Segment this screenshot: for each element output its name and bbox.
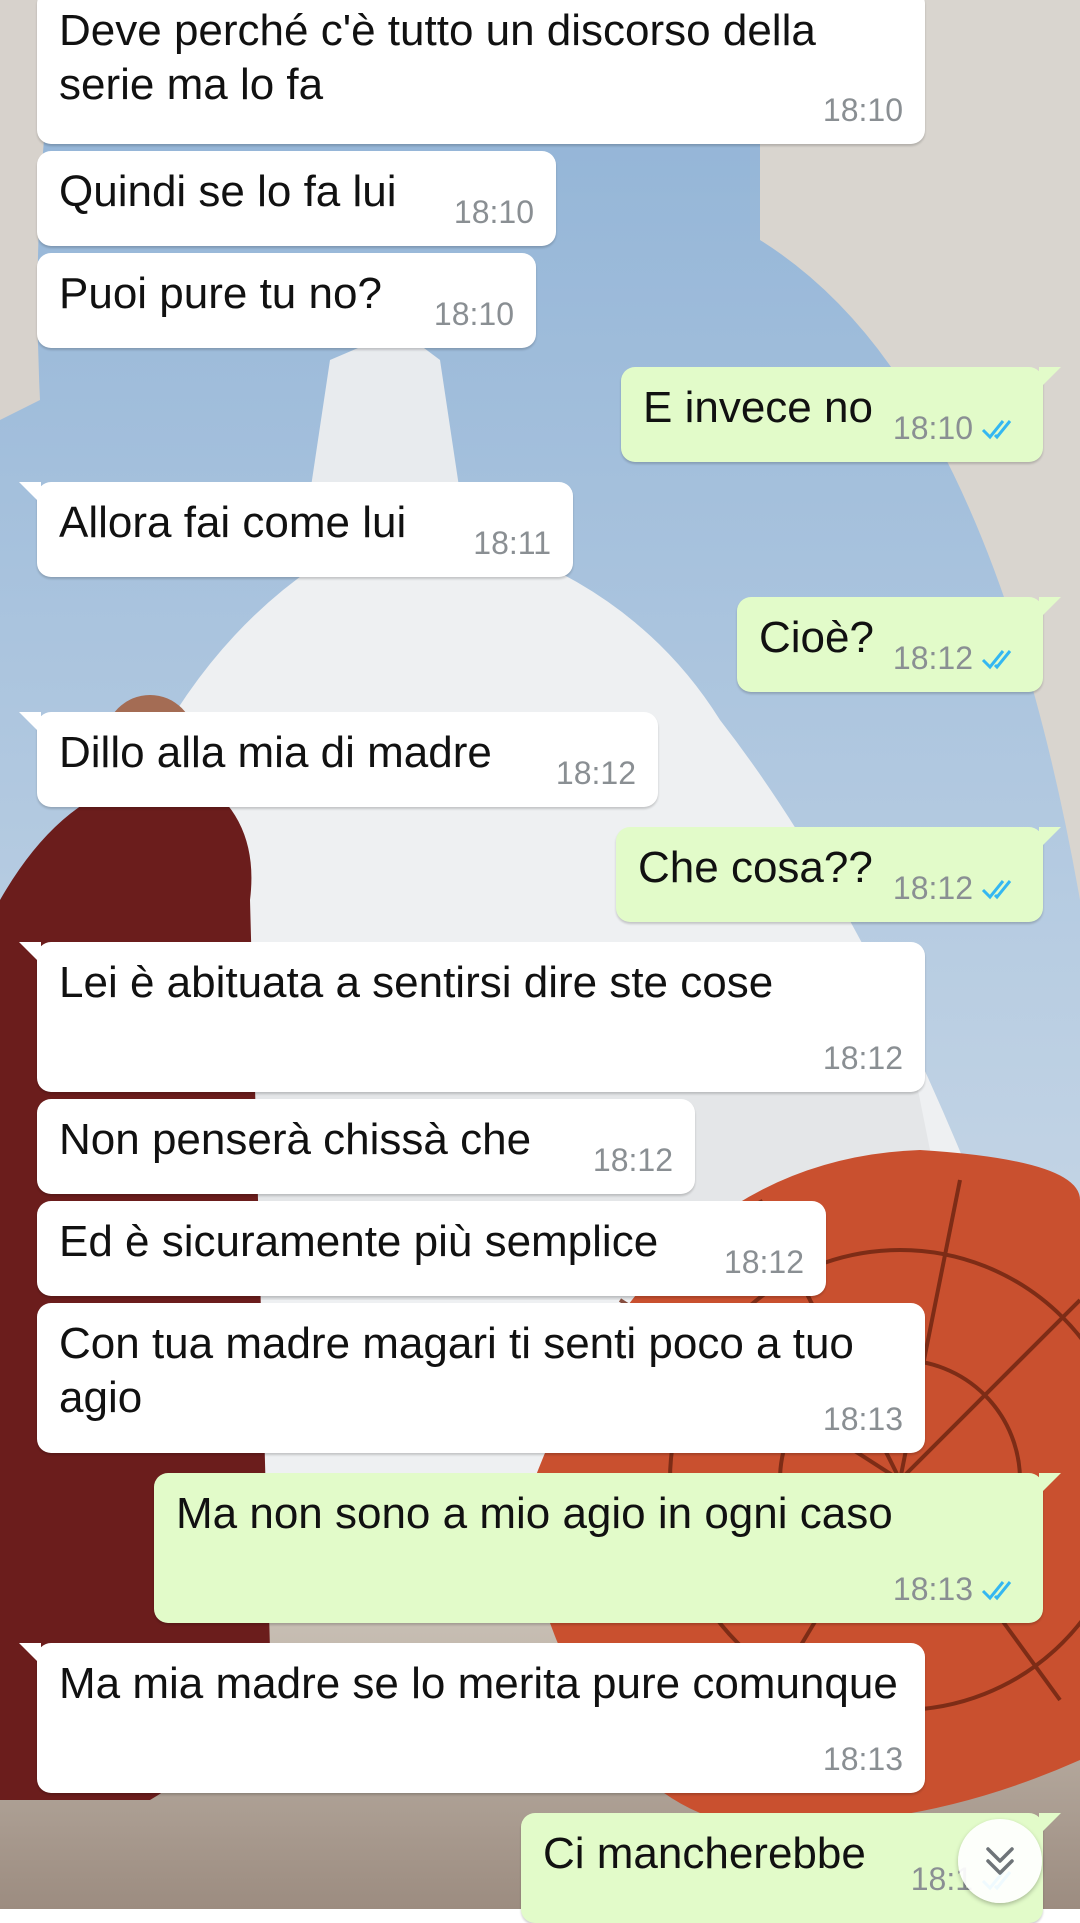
message-time: 18:13 <box>893 1571 1021 1607</box>
message-timestamp: 18:11 <box>473 525 551 561</box>
message-time: 18:12 <box>893 870 1021 906</box>
message-time: 18:12 <box>556 755 636 791</box>
double-check-icon <box>981 880 1012 900</box>
bubble-tail <box>1039 827 1061 849</box>
bubble-tail <box>1039 597 1061 619</box>
message-timestamp: 18:10 <box>453 194 534 230</box>
message-bubble-incoming[interactable]: Dillo alla mia di madre 18:12 <box>19 712 658 807</box>
message-timestamp: 18:13 <box>822 1401 903 1437</box>
message-time: 18:12 <box>823 1040 903 1076</box>
message-bubble-outgoing[interactable]: Ma non sono a mio agio in ogni caso 18:1… <box>154 1473 1061 1623</box>
message-timestamp: 18:12 <box>555 755 636 791</box>
message-bubble-outgoing[interactable]: Che cosa?? 18:12 <box>616 827 1061 922</box>
message-text: Lei è abituata a sentirsi dire ste cose <box>59 958 774 1007</box>
message-bubble-incoming[interactable]: Ed è sicuramente più semplice 18:12 <box>37 1201 826 1296</box>
scroll-to-bottom-button[interactable] <box>958 1819 1042 1903</box>
message-timestamp: 18:12 <box>892 870 973 906</box>
message-bubble-incoming[interactable]: Con tua madre magari ti senti poco a tuo… <box>37 1303 925 1453</box>
message-bubble-incoming[interactable]: Deve perché c'è tutto un discorso della … <box>37 0 925 144</box>
message-time: 18:10 <box>454 194 534 230</box>
message-time: 18:12 <box>593 1142 673 1178</box>
message-timestamp: 18:10 <box>433 296 514 332</box>
message-bubble-incoming[interactable]: Allora fai come lui 18:11 <box>19 482 573 577</box>
bubble-tail <box>1039 367 1061 389</box>
message-text: Ed è sicuramente più semplice <box>59 1217 659 1266</box>
bubble-tail <box>19 942 41 964</box>
double-chevron-down-icon <box>986 1847 1014 1875</box>
double-check-icon <box>981 650 1012 670</box>
bubble-tail <box>19 1643 41 1665</box>
message-time: 18:13 <box>823 1741 903 1777</box>
message-bubble-outgoing[interactable]: E invece no 18:10 <box>621 367 1061 462</box>
message-time: 18:10 <box>434 296 514 332</box>
message-time: 18:13 <box>823 1401 903 1437</box>
double-check-icon <box>981 1581 1012 1601</box>
message-bubble-outgoing[interactable]: Cioè? 18:12 <box>737 597 1061 692</box>
message-bubble-incoming[interactable]: Puoi pure tu no? 18:10 <box>37 253 536 348</box>
message-text: Ma non sono a mio agio in ogni caso <box>176 1489 893 1538</box>
message-timestamp: 18:10 <box>822 92 903 128</box>
message-timestamp: 18:12 <box>892 640 973 676</box>
bubble-tail <box>19 482 41 504</box>
message-time: 18:10 <box>893 410 1021 446</box>
message-timestamp: 18:12 <box>723 1244 804 1280</box>
message-text: Non penserà chissà che <box>59 1115 532 1164</box>
message-bubble-incoming[interactable]: Quindi se lo fa lui 18:10 <box>37 151 556 246</box>
message-bubble-incoming[interactable]: Ma mia madre se lo merita pure comunque … <box>19 1643 925 1793</box>
bubble-tail <box>19 712 41 734</box>
message-timestamp: 18:12 <box>822 1040 903 1076</box>
message-list[interactable]: Deve perché c'è tutto un discorso della … <box>0 0 1080 1923</box>
message-timestamp: 18:12 <box>592 1142 673 1178</box>
message-timestamp: 18:10 <box>892 410 973 446</box>
message-text: Con tua madre magari ti senti poco a tuo… <box>59 1319 867 1422</box>
message-text: Dillo alla mia di madre <box>59 728 492 777</box>
message-time: 18:10 <box>823 92 903 128</box>
message-text: Ma mia madre se lo merita pure comunque <box>59 1659 898 1708</box>
bubble-tail <box>1039 1473 1061 1495</box>
message-bubble-incoming[interactable]: Lei è abituata a sentirsi dire ste cose … <box>19 942 925 1092</box>
message-time: 18:12 <box>893 640 1021 676</box>
message-bubble-incoming[interactable]: Non penserà chissà che 18:12 <box>37 1099 695 1194</box>
bubble-tail <box>1039 1813 1061 1835</box>
message-time: 18:11 <box>473 525 551 561</box>
message-timestamp: 18:13 <box>822 1741 903 1777</box>
message-timestamp: 18:13 <box>892 1571 973 1607</box>
message-time: 18:12 <box>724 1244 804 1280</box>
message-text: Deve perché c'è tutto un discorso della … <box>59 6 829 109</box>
double-check-icon <box>981 420 1012 440</box>
